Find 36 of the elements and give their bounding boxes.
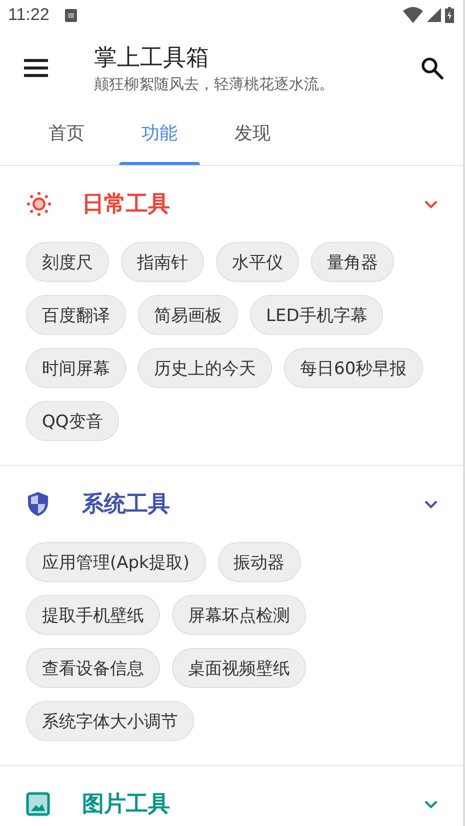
menu-icon (24, 58, 48, 76)
tool-chip[interactable]: LED手机字幕 (250, 295, 384, 335)
tool-chip[interactable]: 历史上的今天 (138, 348, 272, 388)
chevron-down-icon (424, 200, 438, 208)
tool-chip[interactable]: 刻度尺 (26, 242, 109, 282)
battery-icon (445, 7, 454, 23)
tab[interactable]: 发现 (206, 105, 299, 165)
tool-chip[interactable]: 系统字体大小调节 (26, 701, 194, 741)
section-title: 系统工具 (82, 491, 170, 519)
tool-chip[interactable]: 水平仪 (216, 242, 299, 282)
tool-chip[interactable]: 应用管理(Apk提取) (26, 542, 206, 582)
tool-chip[interactable]: 屏幕坏点检测 (172, 595, 306, 635)
tool-chip[interactable]: 时间屏幕 (26, 348, 126, 388)
tool-chip[interactable]: 查看设备信息 (26, 648, 160, 688)
tool-chip[interactable]: 指南针 (121, 242, 204, 282)
tab[interactable]: 首页 (20, 105, 113, 165)
notification-icon (65, 8, 78, 22)
status-time: 11:22 (8, 5, 50, 25)
section-title: 图片工具 (82, 791, 170, 819)
tool-chip[interactable]: 简易画板 (138, 295, 238, 335)
tool-chip[interactable]: 百度翻译 (26, 295, 126, 335)
tool-chip[interactable]: 提取手机壁纸 (26, 595, 160, 635)
tool-chip[interactable]: QQ变音 (26, 401, 119, 441)
chevron-down-icon (424, 800, 438, 808)
tool-chip[interactable]: 桌面视频壁纸 (172, 648, 306, 688)
app-subtitle: 颠狂柳絮随风去，轻薄桃花逐水流。 (94, 74, 335, 94)
search-icon (420, 56, 444, 80)
tool-chip[interactable]: 每日60秒早报 (284, 348, 423, 388)
wifi-icon (403, 7, 423, 23)
signal-icon (427, 8, 441, 22)
tool-chip[interactable]: 振动器 (218, 542, 301, 582)
chevron-down-icon (424, 500, 438, 508)
tool-chip[interactable]: 量角器 (311, 242, 394, 282)
section-title: 日常工具 (82, 191, 170, 219)
tab[interactable]: 功能 (113, 105, 206, 165)
app-title: 掌上工具箱 (94, 44, 210, 72)
